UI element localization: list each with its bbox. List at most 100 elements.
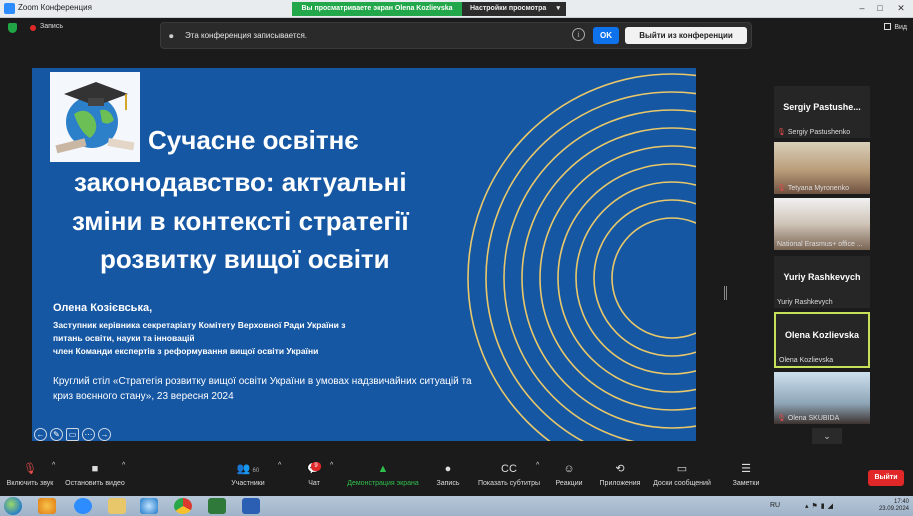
slides-grid-icon[interactable]: ▭ — [66, 428, 79, 441]
view-label: Вид — [894, 24, 907, 31]
info-icon[interactable]: i — [572, 28, 585, 41]
grid-icon — [884, 23, 892, 30]
chat-caret[interactable]: ^ — [330, 462, 333, 469]
end-meeting-button[interactable]: Выйти — [868, 470, 904, 486]
view-settings-button[interactable]: Настройки просмотра ▾ — [462, 2, 566, 16]
participant-tile[interactable]: Yuriy Rashkevych Yuriy Rashkevych — [774, 256, 870, 308]
active-speaker-tile[interactable]: Olena Kozlievska Olena Kozlievska — [774, 312, 870, 368]
participant-tile[interactable]: 🎙 Olena SKUBIDA — [774, 372, 870, 424]
next-slide-icon[interactable]: → — [98, 428, 111, 441]
record-label: Запись — [436, 480, 460, 487]
shield-icon[interactable] — [8, 23, 17, 33]
participant-display-name: Yuriy Rashkevych — [783, 272, 861, 282]
participant-name: Olena SKUBIDA — [787, 415, 840, 422]
system-clock[interactable]: 17:40 23.09.2024 — [879, 499, 909, 513]
view-button[interactable]: Вид — [884, 23, 907, 31]
share-screen-button[interactable]: ▲ Демонстрация экрана — [342, 462, 424, 487]
keyboard-language[interactable]: RU — [770, 502, 780, 509]
graduation-globe-icon — [55, 82, 135, 154]
participants-caret[interactable]: ^ — [278, 462, 281, 469]
pen-icon[interactable]: ✎ — [50, 428, 63, 441]
slide-role-line-1: Заступник керівника секретаріату Комітет… — [53, 320, 346, 330]
scroll-down-button[interactable]: ⌄ — [812, 428, 842, 444]
apps-button[interactable]: ⟲ Приложения — [596, 462, 644, 487]
zoom-window: Zoom Конференция Вы просматриваете экран… — [0, 0, 913, 516]
audio-options-caret[interactable]: ^ — [52, 462, 55, 469]
reactions-label: Реакции — [555, 480, 583, 487]
minimize-button[interactable]: – — [855, 2, 869, 15]
system-tray-icons[interactable]: ▴⚑▮◢ — [805, 502, 836, 510]
muted-mic-icon: 🎙 — [777, 129, 786, 136]
participants-count: 60 — [252, 468, 260, 474]
participant-name: Sergiy Pastushenko — [787, 129, 851, 136]
file-explorer-icon[interactable] — [108, 498, 126, 514]
participant-name-tag: Yuriy Rashkevych — [777, 299, 833, 306]
muted-mic-icon: 🎙 — [777, 185, 786, 192]
slide-title-line-4: розвитку вищої освіти — [100, 244, 390, 274]
decorative-ring — [593, 199, 696, 357]
whiteboards-label: Доски сообщений — [653, 480, 711, 487]
meeting-toolbar: 🎙 Включить звук ^ ■ Остановить видео ^ 👥… — [0, 458, 913, 496]
participant-tile[interactable]: Sergiy Pastushe... 🎙 Sergiy Pastushenko — [774, 86, 870, 138]
chrome-icon[interactable] — [174, 498, 192, 514]
recording-message: Эта конференция записывается. — [185, 31, 307, 40]
participants-button[interactable]: 👥 60 Участники — [226, 462, 270, 487]
more-options-icon[interactable]: ⋯ — [82, 428, 95, 441]
participant-name-tag: 🎙 Sergiy Pastushenko — [777, 128, 850, 136]
internet-explorer-icon[interactable] — [140, 498, 158, 514]
slide-role-line-2: питань освіти, науки та інновацій — [53, 333, 195, 343]
recording-icon: ⏺ — [169, 31, 174, 41]
record-button[interactable]: ● Запись — [432, 462, 464, 487]
zoom-taskbar-icon[interactable] — [74, 498, 92, 514]
participant-tile[interactable]: 🎙 Tetyana Myronenko — [774, 142, 870, 194]
participant-name-tag: 🎙 Tetyana Myronenko — [777, 184, 849, 192]
participant-display-name: Olena Kozlievska — [784, 330, 860, 340]
whiteboard-icon: ▭ — [676, 463, 688, 475]
unmute-label: Включить звук — [6, 480, 54, 487]
close-window-button[interactable]: ✕ — [894, 2, 908, 15]
subtitles-button[interactable]: CC Показать субтитры — [474, 462, 544, 487]
slide-event-line-1: Круглий стіл «Стратегія розвитку вищої о… — [53, 376, 472, 387]
view-settings-label: Настройки просмотра — [470, 5, 547, 12]
reactions-button[interactable]: ☺ Реакции — [552, 462, 586, 487]
presentation-slide: Сучасне освітнє законодавство: актуальні… — [32, 68, 696, 441]
resize-handle[interactable] — [724, 286, 727, 300]
unmute-button[interactable]: 🎙 Включить звук — [6, 462, 54, 487]
previous-slide-icon[interactable]: ← — [34, 428, 47, 441]
notes-label: Заметки — [732, 480, 760, 487]
ok-button[interactable]: OK — [593, 27, 619, 44]
start-button-icon[interactable] — [4, 497, 22, 515]
decorative-ring — [539, 145, 696, 411]
recording-dot-icon — [30, 25, 36, 31]
chat-button[interactable]: 💬 9 Чат — [300, 462, 328, 487]
subtitles-caret[interactable]: ^ — [536, 462, 539, 469]
cc-icon: CC — [501, 463, 517, 475]
participant-tile[interactable]: National Erasmus+ office ... — [774, 198, 870, 250]
share-screen-label: Демонстрация экрана — [347, 480, 419, 487]
spreadsheet-icon[interactable] — [208, 498, 226, 514]
whiteboards-button[interactable]: ▭ Доски сообщений — [650, 462, 714, 487]
subtitles-label: Показать субтитры — [477, 480, 541, 487]
muted-mic-icon: 🎙 — [23, 463, 37, 475]
participants-icon: 👥 60 — [236, 463, 260, 475]
stop-video-label: Остановить видео — [65, 480, 125, 487]
record-icon: ● — [444, 463, 452, 475]
participant-name: Tetyana Myronenko — [787, 185, 849, 192]
leave-meeting-button[interactable]: Выйти из конференции — [625, 27, 747, 44]
recording-label[interactable]: Запись — [40, 23, 63, 30]
chat-unread-badge: 9 — [311, 462, 321, 471]
recording-notification: ⏺ Эта конференция записывается. i OK Вый… — [160, 22, 752, 49]
clock-time: 17:40 — [893, 499, 909, 505]
notes-button[interactable]: ☰ Заметки — [722, 462, 770, 487]
notes-icon: ☰ — [741, 463, 751, 475]
slide-role-line-3: член Команди експертів з реформування ви… — [53, 346, 319, 356]
maximize-button[interactable]: □ — [873, 2, 887, 15]
window-title: Zoom Конференция — [18, 3, 92, 12]
word-icon[interactable] — [242, 498, 260, 514]
media-player-icon[interactable] — [38, 498, 56, 514]
video-options-caret[interactable]: ^ — [122, 462, 125, 469]
education-logo — [50, 72, 140, 162]
stop-video-button[interactable]: ■ Остановить видео — [64, 462, 126, 487]
share-screen-icon: ▲ — [377, 463, 389, 475]
title-bar: Zoom Конференция Вы просматриваете экран… — [0, 0, 913, 18]
